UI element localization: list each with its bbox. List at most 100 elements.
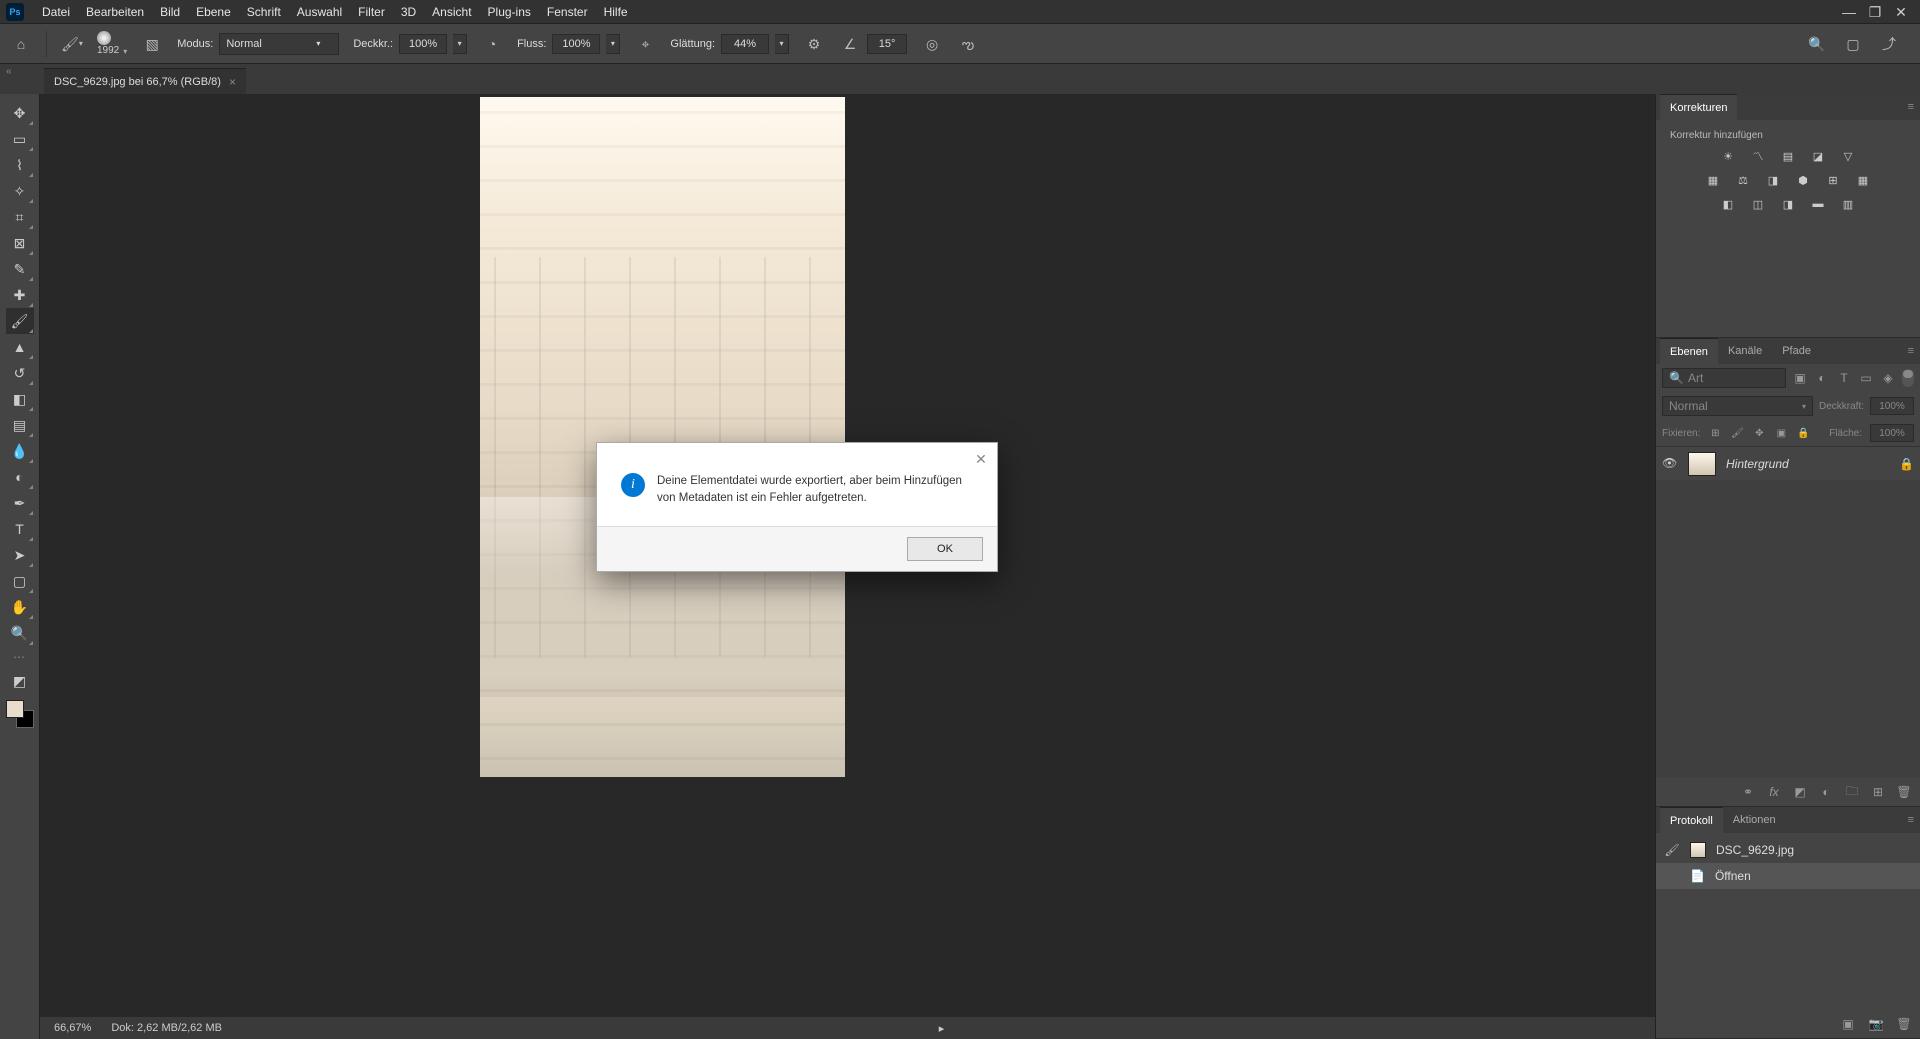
tab-layers[interactable]: Ebenen <box>1660 338 1718 364</box>
canvas-area[interactable]: ✕ i Deine Elementdatei wurde exportiert,… <box>40 94 1655 1039</box>
layer-fill-field[interactable]: 100% <box>1870 424 1914 442</box>
frame-tool[interactable]: ⊠ <box>6 230 34 256</box>
home-button[interactable]: ⌂ <box>10 33 32 55</box>
layer-visibility-toggle[interactable]: 👁 <box>1662 456 1678 472</box>
opacity-field[interactable]: 100% <box>399 34 447 54</box>
history-snapshot[interactable]: 🖌 DSC_9629.jpg <box>1656 837 1920 863</box>
menu-select[interactable]: Auswahl <box>289 0 350 24</box>
history-brush-marker[interactable]: 🖌 <box>1664 842 1680 858</box>
edit-toolbar[interactable]: ⋯ <box>13 650 26 664</box>
tab-paths[interactable]: Pfade <box>1772 338 1821 364</box>
tab-close-button[interactable]: × <box>229 75 236 89</box>
quick-select-tool[interactable]: ✧ <box>6 178 34 204</box>
color-balance-icon[interactable]: ⚖ <box>1733 171 1753 189</box>
filter-type-icon[interactable]: T <box>1836 370 1852 386</box>
shape-tool[interactable]: ▢ <box>6 568 34 594</box>
delete-state-button[interactable]: 🗑 <box>1896 1016 1912 1032</box>
brush-settings-button[interactable]: ▧ <box>141 33 163 55</box>
lock-pixels-icon[interactable]: 🖌 <box>1730 426 1744 440</box>
opacity-dropdown[interactable]: ▾ <box>453 34 467 54</box>
smoothing-dropdown[interactable]: ▾ <box>775 34 789 54</box>
panel-menu-button[interactable]: ≡ <box>1908 101 1914 113</box>
history-state[interactable]: 📄 Öffnen <box>1656 863 1920 889</box>
status-flyout[interactable]: ▸ <box>939 1022 945 1035</box>
pressure-opacity-button[interactable]: ◔ <box>481 33 503 55</box>
threshold-icon[interactable]: ◨ <box>1778 195 1798 213</box>
filter-pixel-icon[interactable]: ▣ <box>1792 370 1808 386</box>
vibrance-icon[interactable]: ▽ <box>1838 147 1858 165</box>
blend-mode-select[interactable]: Normal▾ <box>219 33 339 55</box>
gradient-map-icon[interactable]: ▬ <box>1808 195 1828 213</box>
new-layer-button[interactable]: ⊞ <box>1870 784 1886 800</box>
healing-tool[interactable]: ✚ <box>6 282 34 308</box>
menu-window[interactable]: Fenster <box>539 0 596 24</box>
menu-filter[interactable]: Filter <box>350 0 393 24</box>
blur-tool[interactable]: 💧 <box>6 438 34 464</box>
menu-edit[interactable]: Bearbeiten <box>78 0 152 24</box>
type-tool[interactable]: T <box>6 516 34 542</box>
history-brush-tool[interactable]: ↺ <box>6 360 34 386</box>
delete-layer-button[interactable]: 🗑 <box>1896 784 1912 800</box>
color-swatches[interactable] <box>6 700 34 728</box>
filter-adjust-icon[interactable]: ◐ <box>1814 370 1830 386</box>
menu-image[interactable]: Bild <box>152 0 188 24</box>
link-layers-button[interactable]: ⚭ <box>1740 784 1756 800</box>
collapse-icon[interactable]: « <box>6 66 16 78</box>
panel-menu-button[interactable]: ≡ <box>1908 345 1914 357</box>
menu-help[interactable]: Hilfe <box>596 0 636 24</box>
stamp-tool[interactable]: ▲ <box>6 334 34 360</box>
tab-channels[interactable]: Kanäle <box>1718 338 1772 364</box>
add-adjustment-button[interactable]: ◐ <box>1818 784 1834 800</box>
levels-icon[interactable]: 〽 <box>1748 147 1768 165</box>
menu-layer[interactable]: Ebene <box>188 0 239 24</box>
symmetry-button[interactable]: ఌ <box>957 33 979 55</box>
dialog-close-button[interactable]: ✕ <box>973 451 989 467</box>
pressure-size-button[interactable]: ◎ <box>921 33 943 55</box>
brush-preset-picker[interactable]: 1992 ▾ <box>97 31 127 56</box>
path-select-tool[interactable]: ➤ <box>6 542 34 568</box>
filter-smart-icon[interactable]: ◈ <box>1880 370 1896 386</box>
pen-tool[interactable]: ✒ <box>6 490 34 516</box>
hand-tool[interactable]: ✋ <box>6 594 34 620</box>
add-mask-button[interactable]: ◩ <box>1792 784 1808 800</box>
airbrush-button[interactable]: ⌖ <box>634 33 656 55</box>
layer-blend-select[interactable]: Normal▾ <box>1662 396 1813 416</box>
exposure-icon[interactable]: ◪ <box>1808 147 1828 165</box>
marquee-tool[interactable]: ▭ <box>6 126 34 152</box>
move-tool[interactable]: ✥ <box>6 100 34 126</box>
angle-field[interactable]: 15° <box>867 34 907 54</box>
layer-opacity-field[interactable]: 100% <box>1870 397 1914 415</box>
hue-icon[interactable]: ▦ <box>1703 171 1723 189</box>
brightness-icon[interactable]: ☀ <box>1718 147 1738 165</box>
document-tab[interactable]: DSC_9629.jpg bei 66,7% (RGB/8) × <box>44 68 246 94</box>
photo-filter-icon[interactable]: ⬢ <box>1793 171 1813 189</box>
channel-mixer-icon[interactable]: ⊞ <box>1823 171 1843 189</box>
eyedropper-tool[interactable]: ✎ <box>6 256 34 282</box>
layer-style-button[interactable]: fx <box>1766 784 1782 800</box>
smoothing-field[interactable]: 44% <box>721 34 769 54</box>
tab-adjustments[interactable]: Korrekturen <box>1660 94 1737 120</box>
dodge-tool[interactable]: ◐ <box>6 464 34 490</box>
menu-3d[interactable]: 3D <box>393 0 424 24</box>
menu-file[interactable]: Datei <box>34 0 78 24</box>
invert-icon[interactable]: ◧ <box>1718 195 1738 213</box>
tool-preset-picker[interactable]: 🖌▾ <box>61 33 83 55</box>
lock-position-icon[interactable]: ✥ <box>1752 426 1766 440</box>
doc-size[interactable]: Dok: 2,62 MB/2,62 MB <box>111 1022 222 1034</box>
dialog-ok-button[interactable]: OK <box>907 537 983 561</box>
bw-icon[interactable]: ◨ <box>1763 171 1783 189</box>
workspace-button[interactable]: ▢ <box>1842 33 1864 55</box>
lock-all-icon[interactable]: 🔒 <box>1796 426 1810 440</box>
zoom-tool[interactable]: 🔍 <box>6 620 34 646</box>
filter-shape-icon[interactable]: ▭ <box>1858 370 1874 386</box>
tab-actions[interactable]: Aktionen <box>1723 807 1786 833</box>
brush-tool[interactable]: 🖌 <box>6 308 34 334</box>
lock-artboard-icon[interactable]: ▣ <box>1774 426 1788 440</box>
new-group-button[interactable]: 🗀 <box>1844 784 1860 800</box>
window-close-button[interactable]: ✕ <box>1888 3 1914 21</box>
flow-dropdown[interactable]: ▾ <box>606 34 620 54</box>
search-button[interactable]: 🔍 <box>1806 33 1828 55</box>
layer-name[interactable]: Hintergrund <box>1726 457 1789 471</box>
foreground-swatch[interactable] <box>6 700 24 718</box>
window-maximize-button[interactable]: ❐ <box>1862 3 1888 21</box>
